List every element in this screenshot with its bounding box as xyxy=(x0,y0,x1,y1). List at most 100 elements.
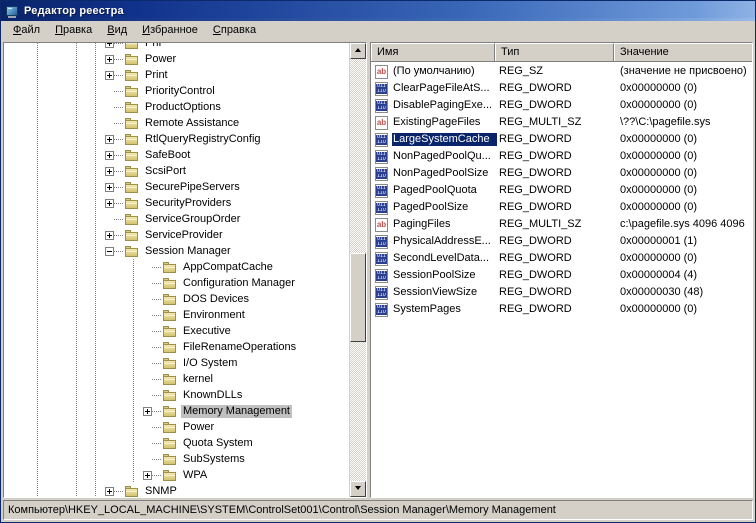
tree-item-dos-devices[interactable]: DOS Devices xyxy=(4,291,349,307)
value-row[interactable]: 011 110 SecondLevelData... REG_DWORD 0x00000… xyxy=(371,250,752,267)
tree-item-knowndlls[interactable]: KnownDLLs xyxy=(4,387,349,403)
tree-item-snmp[interactable]: SNMP xyxy=(4,483,349,497)
value-row[interactable]: 011 110 PagedPoolQuota REG_DWORD 0x00000000 … xyxy=(371,182,752,199)
binary-value-icon: 011 110 xyxy=(374,166,390,181)
column-header-value[interactable]: Значение xyxy=(614,43,752,61)
value-cell-value: 0x00000000 (0) xyxy=(620,184,698,196)
tree-scroll-down-button[interactable] xyxy=(350,481,366,497)
folder-icon xyxy=(162,341,178,354)
menu-item-file[interactable]: Файл xyxy=(6,22,48,39)
tree-expand-icon[interactable] xyxy=(105,198,114,208)
tree-item-wpa[interactable]: WPA xyxy=(4,467,349,483)
value-cell-type: REG_DWORD xyxy=(499,133,572,145)
value-row[interactable]: 011 110 NonPagedPoolQu... REG_DWORD 0x000000… xyxy=(371,148,752,165)
binary-value-icon: 011 110 xyxy=(374,268,390,283)
value-cell-type: REG_DWORD xyxy=(499,167,572,179)
menu-item-view[interactable]: Вид xyxy=(100,22,135,39)
tree-item-executive[interactable]: Executive xyxy=(4,323,349,339)
tree-item-environment[interactable]: Environment xyxy=(4,307,349,323)
menu-item-help[interactable]: Справка xyxy=(206,22,264,39)
tree-item-serviceprovider[interactable]: ServiceProvider xyxy=(4,227,349,243)
value-row[interactable]: 011 110 LargeSystemCache REG_DWORD 0x0000000… xyxy=(371,131,752,148)
tree-item-pnp[interactable]: PnP xyxy=(4,43,349,51)
tree-item-label: ServiceGroupOrder xyxy=(145,212,241,225)
tree-item-label: WPA xyxy=(183,468,208,481)
tree-item-print[interactable]: Print xyxy=(4,67,349,83)
tree-item-configuration-manager[interactable]: Configuration Manager xyxy=(4,275,349,291)
folder-icon xyxy=(162,405,178,418)
tree-elbow-line xyxy=(152,410,162,412)
tree-item-label: Session Manager xyxy=(145,244,231,257)
content-area: PnP Power Print PriorityControl ProductOptio… xyxy=(1,41,755,498)
value-row[interactable]: 011 110 NonPagedPoolSize REG_DWORD 0x0000000… xyxy=(371,165,752,182)
tree-item-safeboot[interactable]: SafeBoot xyxy=(4,147,349,163)
tree-expand-icon[interactable] xyxy=(143,406,152,416)
value-row[interactable]: ab PagingFiles REG_MULTI_SZ c:\pagefile.sys… xyxy=(371,216,752,233)
tree-item-power[interactable]: Power xyxy=(4,51,349,67)
tree-expand-icon[interactable] xyxy=(105,150,114,160)
tree-item-filerenameoperations[interactable]: FileRenameOperations xyxy=(4,339,349,355)
tree-collapse-icon[interactable] xyxy=(105,246,114,256)
tree-elbow-line xyxy=(152,426,162,428)
menu-accel-favorites: И xyxy=(142,24,151,36)
value-row[interactable]: 011 110 SessionViewSize REG_DWORD 0x00000030… xyxy=(371,284,752,301)
tree-item-productoptions[interactable]: ProductOptions xyxy=(4,99,349,115)
title-bar[interactable]: Редактор реестра xyxy=(1,1,755,21)
tree-item-scsiport[interactable]: ScsiPort xyxy=(4,163,349,179)
value-row[interactable]: 011 110 ClearPageFileAtS... REG_DWORD 0x0000… xyxy=(371,80,752,97)
tree-item-securepipeservers[interactable]: SecurePipeServers xyxy=(4,179,349,195)
tree-item-i-o-system[interactable]: I/O System xyxy=(4,355,349,371)
tree-expand-icon[interactable] xyxy=(105,182,114,192)
folder-icon xyxy=(124,165,140,178)
tree-item-session-manager[interactable]: Session Manager xyxy=(4,243,349,259)
registry-tree[interactable]: PnP Power Print PriorityControl ProductOptio… xyxy=(4,43,349,497)
tree-item-subsystems[interactable]: SubSystems xyxy=(4,451,349,467)
tree-item-kernel[interactable]: kernel xyxy=(4,371,349,387)
value-cell-type: REG_DWORD xyxy=(499,201,572,213)
menu-item-favorites[interactable]: Избранное xyxy=(135,22,206,39)
value-row[interactable]: 011 110 SystemPages REG_DWORD 0x00000000 (0) xyxy=(371,301,752,318)
column-header-name[interactable]: Имя xyxy=(371,43,495,61)
tree-expand-icon[interactable] xyxy=(105,230,114,240)
value-row[interactable]: 011 110 SessionPoolSize REG_DWORD 0x00000004… xyxy=(371,267,752,284)
menu-item-edit[interactable]: Правка xyxy=(48,22,100,39)
value-row[interactable]: ab (По умолчанию) REG_SZ (значение не присв… xyxy=(371,63,752,80)
folder-icon xyxy=(124,485,140,498)
tree-item-servicegrouporder[interactable]: ServiceGroupOrder xyxy=(4,211,349,227)
tree-item-quota-system[interactable]: Quota System xyxy=(4,435,349,451)
tree-item-label: SecurityProviders xyxy=(145,196,232,209)
values-list[interactable]: ab (По умолчанию) REG_SZ (значение не присв… xyxy=(371,62,752,497)
value-row[interactable]: 011 110 PagedPoolSize REG_DWORD 0x00000000 (… xyxy=(371,199,752,216)
tree-scroll-up-button[interactable] xyxy=(350,43,366,59)
tree-item-memory-management[interactable]: Memory Management xyxy=(4,403,349,419)
tree-elbow-line xyxy=(114,250,124,252)
tree-item-appcompatcache[interactable]: AppCompatCache xyxy=(4,259,349,275)
tree-item-prioritycontrol[interactable]: PriorityControl xyxy=(4,83,349,99)
tree-item-securityproviders[interactable]: SecurityProviders xyxy=(4,195,349,211)
tree-vertical-scrollbar[interactable] xyxy=(349,43,366,497)
tree-expand-icon[interactable] xyxy=(105,54,114,64)
folder-icon xyxy=(124,117,140,130)
value-cell-value: 0x00000004 (4) xyxy=(620,269,698,281)
tree-elbow-line xyxy=(152,298,162,300)
folder-icon xyxy=(124,53,140,66)
folder-icon xyxy=(124,245,140,258)
tree-expand-icon[interactable] xyxy=(105,43,114,48)
tree-item-label: Memory Management xyxy=(181,404,292,418)
value-row[interactable]: 011 110 DisablePagingExe... REG_DWORD 0x0000… xyxy=(371,97,752,114)
tree-scroll-track[interactable] xyxy=(350,59,366,481)
tree-expand-icon[interactable] xyxy=(105,70,114,80)
tree-expand-icon[interactable] xyxy=(105,166,114,176)
tree-expand-icon[interactable] xyxy=(143,470,152,480)
tree-expand-icon[interactable] xyxy=(105,134,114,144)
value-row[interactable]: ab ExistingPageFiles REG_MULTI_SZ \??\C:\pa… xyxy=(371,114,752,131)
tree-item-power[interactable]: Power xyxy=(4,419,349,435)
tree-item-label: Environment xyxy=(183,308,245,321)
binary-value-icon: 011 110 xyxy=(374,251,390,266)
tree-scroll-thumb[interactable] xyxy=(350,253,366,342)
value-row[interactable]: 011 110 PhysicalAddressE... REG_DWORD 0x0000… xyxy=(371,233,752,250)
tree-item-rtlqueryregistryconfig[interactable]: RtlQueryRegistryConfig xyxy=(4,131,349,147)
tree-item-remote-assistance[interactable]: Remote Assistance xyxy=(4,115,349,131)
tree-expand-icon[interactable] xyxy=(105,486,114,496)
column-header-type[interactable]: Тип xyxy=(495,43,614,61)
